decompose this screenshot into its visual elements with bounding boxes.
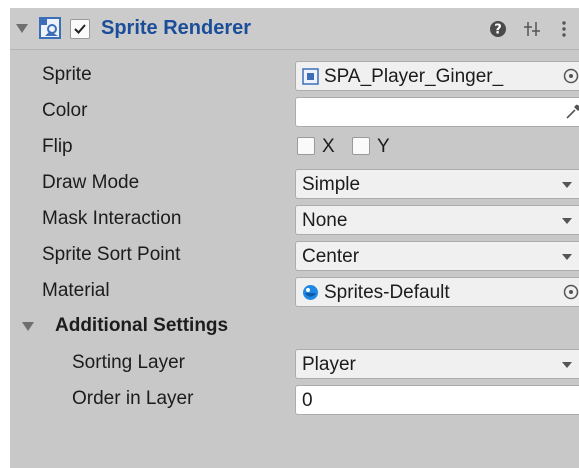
sprite-row: Sprite SPA_Player_Ginger_ [10, 58, 579, 92]
material-icon [303, 285, 318, 300]
sprite-sort-point-label: Sprite Sort Point [42, 244, 181, 265]
mask-interaction-row: Mask Interaction None [10, 202, 579, 236]
sorting-layer-row: Sorting Layer Player [10, 346, 579, 380]
color-label: Color [42, 100, 88, 121]
svg-text:?: ? [494, 23, 502, 38]
sprite-object-icon [302, 68, 319, 85]
mask-interaction-label: Mask Interaction [42, 208, 182, 229]
component-title: Sprite Renderer [101, 17, 252, 39]
sprite-label: Sprite [42, 64, 92, 85]
color-row: Color [10, 94, 579, 128]
additional-settings-title: Additional Settings [55, 315, 229, 336]
sorting-layer-dropdown[interactable]: Player [295, 349, 579, 379]
draw-mode-dropdown[interactable]: Simple [295, 169, 579, 199]
inspector-panel: Sprite Renderer ? Sprite SPA_Player_Ging… [10, 8, 579, 468]
flip-x-label: X [322, 136, 335, 157]
checkmark-icon [74, 24, 86, 34]
dropdown-arrow-icon [562, 218, 572, 224]
mask-interaction-dropdown[interactable]: None [295, 205, 579, 235]
sorting-layer-label: Sorting Layer [72, 352, 186, 373]
fold-arrow-icon[interactable] [16, 24, 28, 33]
dropdown-arrow-icon [562, 362, 572, 368]
sprite-sort-point-dropdown[interactable]: Center [295, 241, 579, 271]
material-row: Material Sprites-Default [10, 274, 579, 308]
sprite-renderer-component-icon [39, 17, 61, 39]
help-icon[interactable]: ? [488, 19, 508, 39]
component-header[interactable]: Sprite Renderer ? [10, 8, 579, 50]
dropdown-arrow-icon [562, 182, 572, 188]
sprite-value: SPA_Player_Ginger_ [324, 66, 504, 87]
material-value: Sprites-Default [324, 282, 450, 303]
order-in-layer-label: Order in Layer [72, 388, 194, 409]
order-in-layer-input[interactable]: 0 [295, 385, 579, 415]
eyedropper-icon[interactable] [564, 103, 579, 121]
dropdown-arrow-icon [562, 254, 572, 260]
flip-x-checkbox[interactable] [297, 137, 315, 155]
object-picker-icon[interactable] [562, 67, 579, 85]
sprite-object-field[interactable]: SPA_Player_Ginger_ [295, 61, 579, 91]
color-field[interactable] [295, 97, 579, 127]
order-in-layer-row: Order in Layer 0 [10, 382, 579, 416]
sprite-sort-point-row: Sprite Sort Point Center [10, 238, 579, 272]
flip-y-checkbox[interactable] [352, 137, 370, 155]
object-picker-icon[interactable] [562, 283, 579, 301]
flip-y-label: Y [377, 136, 390, 157]
material-label: Material [42, 280, 110, 301]
sorting-layer-value: Player [302, 354, 356, 375]
flip-label: Flip [42, 136, 73, 157]
flip-row: Flip X Y [10, 130, 579, 164]
additional-settings-foldout[interactable]: Additional Settings [10, 310, 579, 344]
mask-interaction-value: None [302, 210, 348, 231]
draw-mode-value: Simple [302, 174, 361, 195]
order-in-layer-value: 0 [302, 390, 313, 411]
draw-mode-row: Draw Mode Simple [10, 166, 579, 200]
material-object-field[interactable]: Sprites-Default [295, 277, 579, 307]
more-options-icon[interactable] [554, 19, 574, 39]
sprite-sort-point-value: Center [302, 246, 360, 267]
component-enabled-checkbox[interactable] [70, 19, 90, 39]
preset-icon[interactable] [522, 19, 542, 39]
fold-arrow-icon[interactable] [22, 322, 34, 331]
draw-mode-label: Draw Mode [42, 172, 140, 193]
